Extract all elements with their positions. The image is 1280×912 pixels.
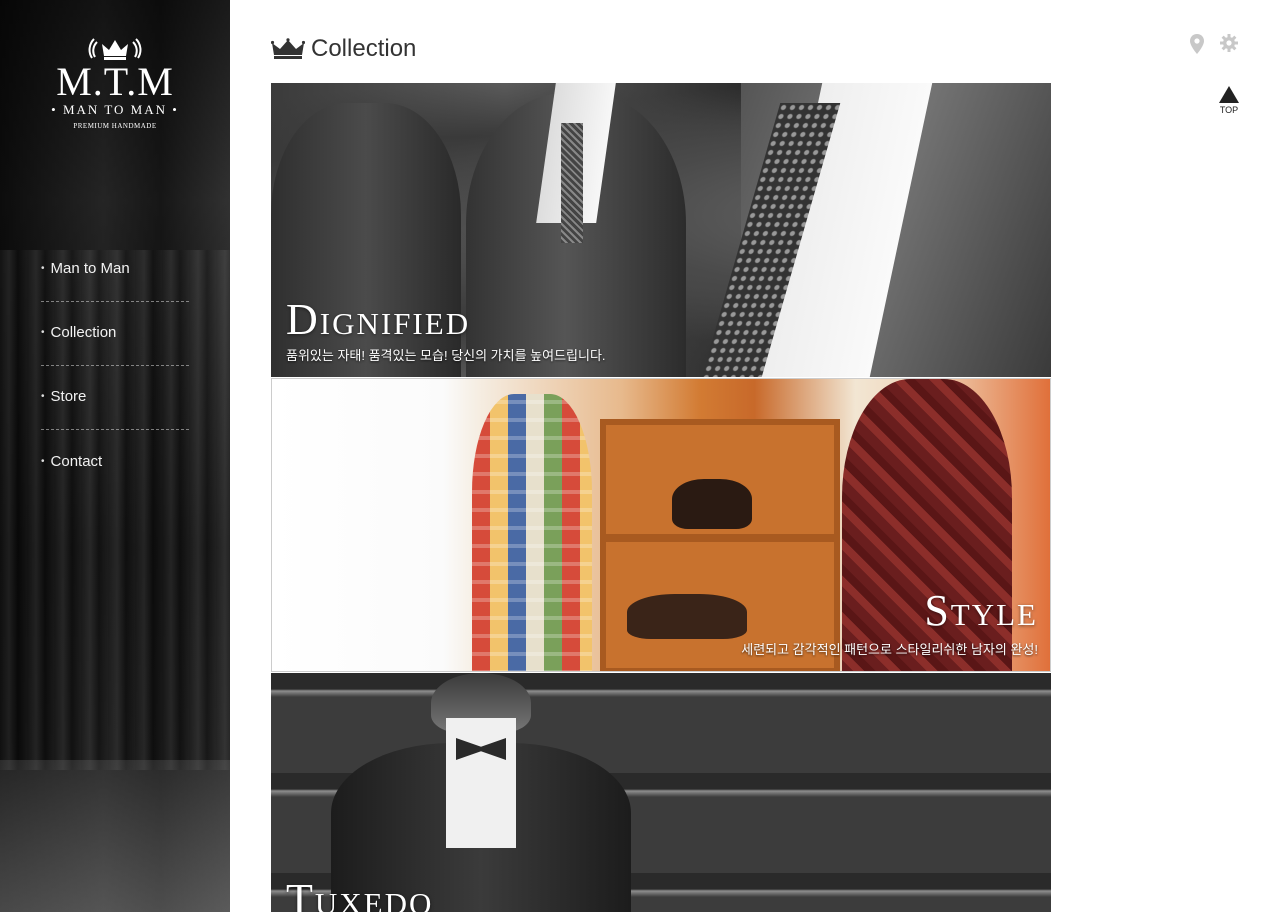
logo-subtitle: • MAN TO MAN • — [51, 102, 179, 117]
sidebar-item-man-to-man[interactable]: • Man to Man — [41, 238, 189, 302]
sidebar-nav: • Man to Man • Collection • Store • Cont… — [41, 238, 189, 494]
shoe-photo — [627, 594, 747, 639]
sidebar-item-label: Contact — [50, 452, 103, 470]
banner-title: Tuxedo — [286, 875, 434, 912]
collection-banner-dignified[interactable]: Dignified 품위있는 자태! 품격있는 모습! 당신의 가치를 높여드립… — [271, 83, 1051, 377]
banner-title: Style — [924, 586, 1038, 635]
bullet-icon: • — [41, 455, 45, 467]
logo-tagline: PREMIUM HANDMADE — [73, 122, 157, 130]
arrow-up-icon — [1219, 86, 1239, 103]
sidebar-item-label: Collection — [50, 324, 117, 341]
patchwork-jacket-photo — [472, 394, 592, 671]
gear-icon[interactable] — [1220, 34, 1238, 52]
page-title-text: Collection — [311, 35, 417, 62]
sidebar: M.T.M • MAN TO MAN • PREMIUM HANDMADE • … — [0, 0, 230, 912]
sidebar-item-contact[interactable]: • Contact — [41, 430, 189, 494]
tie-photo — [561, 123, 583, 243]
banner-caption: 품위있는 자태! 품격있는 모습! 당신의 가치를 높여드립니다. — [286, 348, 606, 363]
logo-wordmark: M.T.M — [56, 59, 174, 104]
bullet-icon: • — [41, 327, 45, 338]
bullet-icon: • — [41, 263, 45, 274]
page-title: Collection — [271, 33, 416, 65]
scroll-top-label: TOP — [1219, 105, 1239, 115]
shirt-photo — [446, 718, 516, 848]
collection-banner-style[interactable]: Style 세련되고 감각적인 패턴으로 스타일리쉬한 남자의 완성! — [271, 378, 1051, 672]
scroll-top-button[interactable]: TOP — [1214, 86, 1244, 115]
brand-logo[interactable]: M.T.M • MAN TO MAN • PREMIUM HANDMADE — [40, 34, 190, 130]
banner-title: Dignified — [286, 295, 471, 344]
shoe-photo — [672, 479, 752, 529]
collection-banner-tuxedo[interactable]: Tuxedo — [271, 673, 1051, 912]
banner-caption: 세련되고 감각적인 패턴으로 스타일리쉬한 남자의 완성! — [741, 642, 1038, 657]
shelf-board — [606, 534, 834, 542]
crown-icon — [271, 38, 305, 59]
sidebar-item-label: Man to Man — [50, 260, 130, 277]
sidebar-item-label: Store — [50, 388, 87, 405]
sidebar-item-collection[interactable]: • Collection — [41, 302, 189, 366]
sidebar-item-store[interactable]: • Store — [41, 366, 189, 430]
bullet-icon: • — [41, 391, 45, 402]
sidebar-floor-background — [0, 760, 230, 912]
header-icons — [1190, 34, 1238, 54]
map-pin-icon[interactable] — [1190, 34, 1204, 54]
